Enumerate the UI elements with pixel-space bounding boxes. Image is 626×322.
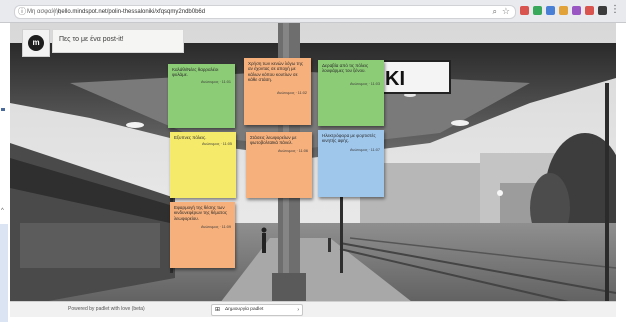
left-edge: ^ <box>0 23 10 322</box>
note-text: Στάσεις λεωφορείων με φωτοβολταϊκά πάνελ… <box>250 135 297 146</box>
background-photo: ΚΙ <box>10 23 616 316</box>
address-divider <box>54 8 55 16</box>
extension-icons <box>520 6 607 16</box>
note-author: Ανώνυμος · 11:07 <box>349 148 380 152</box>
board-avatar[interactable]: m <box>22 29 50 57</box>
sticky-note[interactable]: Χρήση των κενών λόγω της αν έχοντας σε α… <box>244 58 311 125</box>
extension-icon[interactable] <box>559 6 568 15</box>
chevron-right-icon: › <box>297 307 299 313</box>
note-author: Ανώνυμος · 11:03 <box>349 82 380 86</box>
powered-by-link[interactable]: Powered by padlet with love (beta) <box>68 306 145 313</box>
extension-icon[interactable] <box>546 6 555 15</box>
create-padlet-label: Δημιουργία padlet <box>225 307 264 312</box>
note-text: Χρήση των κενών λόγω της αν έχοντας σε α… <box>248 61 303 83</box>
sticky-note[interactable]: Εφαρμογή της θέσης των κινδυνεφέρων της … <box>170 202 235 268</box>
browser-menu-icon[interactable]: ⋮ <box>610 4 620 16</box>
note-author: Ανώνυμος · 11:02 <box>276 91 307 95</box>
url-text[interactable]: hello.mindspot.net/polin-thessaloniki/xf… <box>58 7 205 17</box>
padlet-icon: ⊞ <box>215 307 221 313</box>
note-author: Ανώνυμος · 11:05 <box>201 142 232 146</box>
svg-text:ΚΙ: ΚΙ <box>385 68 405 90</box>
extension-icon[interactable] <box>520 6 529 15</box>
note-text: Εξυπνες πόλεις. <box>174 135 207 140</box>
note-author: Ανώνυμος · 11:09 <box>200 225 231 229</box>
right-edge <box>616 23 626 316</box>
board-title-box: Πες το με ένα post-it! <box>52 29 184 53</box>
note-text: Εφαρμογή της θέσης των κινδυνεφέρων της … <box>174 205 228 221</box>
bookmark-star-icon[interactable]: ☆ <box>502 6 510 17</box>
sticky-note[interactable]: Καλάθι/Νέες θαρραλέοι φυλάμε. Ανώνυμος ·… <box>168 64 235 128</box>
address-bar[interactable]: ⓘ Μη ασφαλής hello.mindspot.net/polin-th… <box>14 5 516 19</box>
board-title: Πες το με ένα post-it! <box>59 36 124 43</box>
station-illustration: ΚΙ <box>10 23 616 316</box>
create-padlet-button[interactable]: ⊞ Δημιουργία padlet › <box>211 304 303 316</box>
note-text: Δεραβία από τις πόλεις λουφάρμες του ξέν… <box>322 63 369 74</box>
edge-arrow-icon: ^ <box>1 208 4 214</box>
sticky-note[interactable]: Δεραβία από τις πόλεις λουφάρμες του ξέν… <box>318 60 384 126</box>
note-text: Ηλεκτρόφορα με φορτιστές κινητής αφής. <box>322 133 376 144</box>
security-label: Μη ασφαλής <box>27 9 61 15</box>
sticky-note[interactable]: Στάσεις λεωφορείων με φωτοβολταϊκά πάνελ… <box>246 132 312 198</box>
board-footer: Powered by padlet with love (beta) ⊞ Δημ… <box>10 301 616 317</box>
note-text: Καλάθι/Νέες θαρραλέοι φυλάμε. <box>172 67 219 78</box>
browser-toolbar: ⓘ Μη ασφαλής hello.mindspot.net/polin-th… <box>0 0 626 23</box>
extension-icon[interactable] <box>572 6 581 15</box>
extension-icon[interactable] <box>533 6 542 15</box>
note-author: Ανώνυμος · 11:01 <box>200 80 231 84</box>
extension-icon[interactable] <box>585 6 594 15</box>
sticky-note[interactable]: Εξυπνες πόλεις. Ανώνυμος · 11:05 <box>170 132 236 198</box>
extension-icon[interactable] <box>598 6 607 15</box>
mindspot-logo-icon: m <box>28 35 44 51</box>
zoom-icon[interactable]: ⌕ <box>493 7 497 17</box>
edge-marker <box>1 108 5 111</box>
sticky-note[interactable]: Ηλεκτρόφορα με φορτιστές κινητής αφής. Α… <box>318 130 384 197</box>
edge-panel <box>0 224 8 322</box>
note-author: Ανώνυμος · 11:06 <box>277 149 308 153</box>
info-icon[interactable]: ⓘ <box>18 7 26 17</box>
